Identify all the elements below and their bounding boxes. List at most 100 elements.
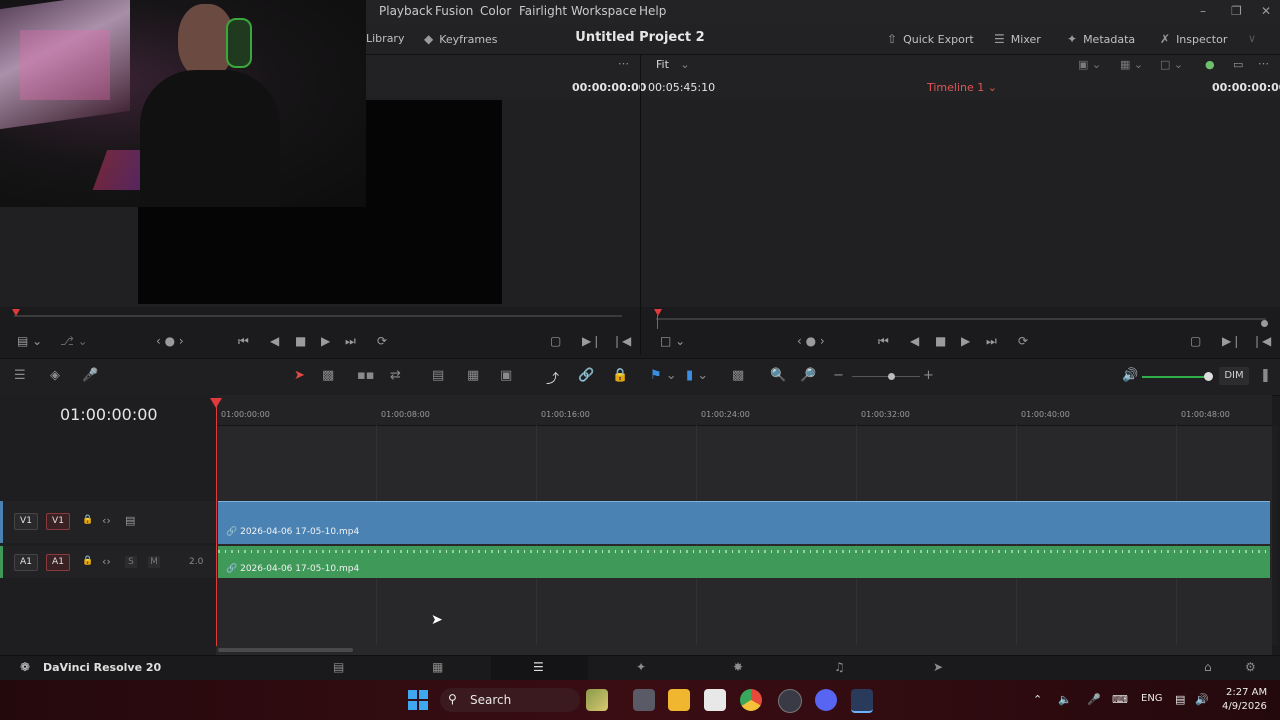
- record-prev-frame-icon[interactable]: ❘◀: [1252, 334, 1271, 348]
- record-loop-icon[interactable]: ⟳: [1018, 334, 1028, 348]
- zoom-in-icon[interactable]: +: [923, 368, 934, 383]
- crop-icon[interactable]: □ ⌄: [660, 334, 685, 348]
- microphone-tray-icon[interactable]: 🎤: [1087, 693, 1101, 706]
- loop-icon[interactable]: ⟳: [377, 334, 387, 348]
- app-icon[interactable]: [778, 689, 802, 713]
- chrome-icon[interactable]: [740, 689, 762, 711]
- tray-chevron-icon[interactable]: ⌃: [1033, 693, 1042, 706]
- windows-start-icon[interactable]: [408, 690, 428, 710]
- fusion-page-icon[interactable]: ✦: [636, 660, 646, 674]
- record-next-frame-icon[interactable]: ▶❘: [1222, 334, 1241, 348]
- menu-fairlight[interactable]: Fairlight: [519, 4, 567, 18]
- meter-icon[interactable]: ❚: [1260, 368, 1271, 383]
- solo-button[interactable]: S: [125, 556, 137, 568]
- file-explorer-icon[interactable]: [668, 689, 690, 711]
- mark-in-out-icon[interactable]: ▢: [550, 334, 561, 348]
- media-page-icon[interactable]: ▤: [333, 660, 344, 674]
- discord-icon[interactable]: [815, 689, 837, 711]
- flag-icon[interactable]: ⚑ ⌄: [650, 368, 677, 383]
- auto-select-icon[interactable]: ‹›: [102, 514, 111, 527]
- language-indicator[interactable]: ENG: [1141, 693, 1163, 704]
- record-playhead-marker[interactable]: [654, 309, 662, 316]
- record-jog-icon[interactable]: ‹ ● ›: [797, 334, 825, 348]
- lock-track-icon[interactable]: 🔒: [82, 556, 93, 566]
- next-frame-icon[interactable]: ▶❘: [582, 334, 601, 348]
- home-icon[interactable]: ⌂: [1204, 660, 1212, 674]
- source-options-icon[interactable]: ⋯: [618, 57, 629, 70]
- inspector-button[interactable]: ✗ Inspector: [1160, 32, 1227, 46]
- widgets-icon[interactable]: [586, 689, 608, 711]
- timeline-viewer[interactable]: [641, 97, 1280, 307]
- davinci-resolve-taskbar-icon[interactable]: [851, 689, 873, 713]
- audio-clip[interactable]: 🔗 2026-04-06 17-05-10.mp4: [218, 546, 1270, 578]
- voiceover-mic-icon[interactable]: 🎤: [82, 368, 98, 383]
- source-patch-v1[interactable]: V1: [14, 513, 38, 530]
- zoom-fit-dropdown[interactable]: Fit ⌄: [656, 58, 690, 71]
- volume-slider-handle[interactable]: [1204, 372, 1213, 381]
- menu-workspace[interactable]: Workspace: [571, 4, 637, 18]
- effects-icon[interactable]: ◈: [50, 368, 60, 383]
- single-viewer-icon[interactable]: ▭: [1233, 58, 1243, 71]
- menu-playback[interactable]: Playback: [379, 4, 433, 18]
- timeline-selector[interactable]: Timeline 1 ⌄: [927, 81, 997, 94]
- timeline-playhead[interactable]: [216, 398, 217, 646]
- task-view-icon[interactable]: [633, 689, 655, 711]
- selection-tool-icon[interactable]: ➤: [294, 368, 305, 383]
- dim-button[interactable]: DIM: [1219, 367, 1249, 385]
- mute-button[interactable]: M: [148, 556, 160, 568]
- skip-back-icon[interactable]: ⏮: [238, 334, 249, 349]
- zoom-slider-track[interactable]: [852, 376, 920, 377]
- record-options-icon[interactable]: ⋯: [1258, 57, 1269, 70]
- lock-track-icon[interactable]: 🔒: [82, 515, 93, 525]
- source-scrub-bar[interactable]: [14, 315, 622, 317]
- position-lock-icon[interactable]: 🔒: [612, 368, 628, 383]
- dest-track-a1[interactable]: A1: [46, 554, 70, 571]
- color-viewer-icon[interactable]: ●: [1205, 58, 1215, 71]
- clip-display-icon[interactable]: ▦ ⌄: [1120, 58, 1143, 71]
- record-stop-icon[interactable]: ■: [935, 334, 946, 348]
- media-pool-button[interactable]: Library: [366, 32, 404, 45]
- taskbar-search[interactable]: ⚲ Search: [440, 688, 580, 712]
- blade-tool-icon[interactable]: ⇄: [390, 368, 401, 383]
- mixer-button[interactable]: ☰ Mixer: [994, 32, 1041, 46]
- volume-icon[interactable]: 🔊: [1122, 368, 1138, 383]
- menu-fusion[interactable]: Fusion: [435, 4, 473, 18]
- color-page-icon[interactable]: ✸: [733, 660, 743, 674]
- record-play-icon[interactable]: ▶: [961, 334, 970, 348]
- layout-icon[interactable]: ☰: [14, 368, 26, 383]
- menu-color[interactable]: Color: [480, 4, 511, 18]
- quick-export-button[interactable]: ⇧ Quick Export: [887, 32, 974, 46]
- auto-select-icon[interactable]: ‹›: [102, 555, 111, 568]
- timeline-timecode[interactable]: 01:00:00:00: [60, 405, 158, 424]
- insert-clip-icon[interactable]: ▤: [432, 368, 444, 383]
- record-play-reverse-icon[interactable]: ◀: [910, 334, 919, 348]
- fairlight-page-icon[interactable]: ♫: [834, 660, 845, 674]
- clock-date[interactable]: 4/9/2026: [1222, 701, 1267, 712]
- zoom-out-icon[interactable]: −: [833, 368, 844, 383]
- clip-view-icon[interactable]: ▤ ⌄: [17, 334, 42, 348]
- linked-selection-icon[interactable]: 🔗: [578, 368, 594, 383]
- store-icon[interactable]: [704, 689, 726, 711]
- full-zoom-icon[interactable]: ▩: [732, 368, 744, 383]
- dynamic-trim-icon[interactable]: ▪▪: [357, 368, 375, 383]
- record-scrub-bar[interactable]: [656, 318, 1266, 320]
- settings-gear-icon[interactable]: ⚙: [1245, 660, 1256, 674]
- record-mark-icon[interactable]: ▢: [1190, 334, 1201, 348]
- source-patch-a1[interactable]: A1: [14, 554, 38, 571]
- close-icon[interactable]: ✕: [1261, 4, 1271, 18]
- match-frame-icon[interactable]: ⎇ ⌄: [60, 334, 88, 348]
- timeline-scrollbar[interactable]: [218, 648, 353, 652]
- jog-control-icon[interactable]: ‹ ● ›: [156, 334, 184, 348]
- trim-tool-icon[interactable]: ▩: [322, 368, 334, 383]
- restore-icon[interactable]: ❐: [1231, 4, 1242, 18]
- volume-tray-icon[interactable]: 🔊: [1195, 693, 1209, 706]
- keyboard-tray-icon[interactable]: ⌨: [1112, 693, 1128, 706]
- deliver-page-icon[interactable]: ➤: [933, 660, 943, 674]
- replace-clip-icon[interactable]: ▣: [500, 368, 512, 383]
- stop-icon[interactable]: ■: [295, 334, 306, 348]
- transform-icon[interactable]: □ ⌄: [1160, 58, 1183, 71]
- play-icon[interactable]: ▶: [321, 334, 330, 348]
- source-playhead-marker[interactable]: [12, 309, 20, 316]
- timeline-vertical-scrollbar[interactable]: [1272, 425, 1278, 645]
- record-skip-forward-icon[interactable]: ⏭: [986, 334, 997, 349]
